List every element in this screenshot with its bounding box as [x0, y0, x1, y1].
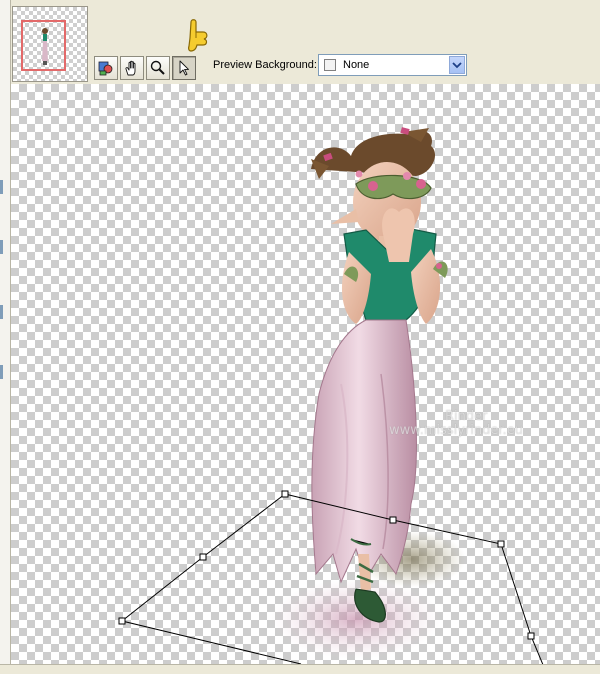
- navigator-figure-preview: [42, 28, 48, 65]
- left-panel-edge: [0, 0, 11, 674]
- preview-toggle-button[interactable]: [94, 56, 118, 80]
- pointing-hand-icon: [188, 19, 208, 52]
- perspective-dialog: Preview Background: None Rinder www.miss…: [0, 0, 600, 674]
- figure-image: [118, 127, 544, 664]
- preview-background-select[interactable]: None: [318, 54, 467, 76]
- panel-tick: [0, 180, 3, 194]
- watermark-text: Rinder www.misslyrinder.eu: [389, 409, 523, 438]
- toolbar: [94, 56, 196, 80]
- pointer-button[interactable]: [172, 56, 196, 80]
- panel-tick: [0, 365, 3, 379]
- status-bar: [0, 664, 600, 674]
- preview-background-value: None: [343, 59, 370, 71]
- pan-button[interactable]: [120, 56, 144, 80]
- preview-canvas[interactable]: Rinder www.misslyrinder.eu: [11, 84, 600, 664]
- background-swatch: [324, 59, 336, 71]
- hand-icon: [125, 60, 136, 76]
- chevron-down-icon: [452, 62, 462, 69]
- dropdown-button[interactable]: [449, 56, 465, 74]
- magnifier-icon: [150, 60, 165, 75]
- panel-tick: [0, 240, 3, 254]
- color-preview-icon: [98, 61, 113, 76]
- arrow-pointer-icon: [179, 60, 189, 76]
- preview-background-label: Preview Background:: [213, 59, 317, 71]
- navigator-thumbnail[interactable]: [12, 6, 88, 82]
- panel-tick: [0, 305, 3, 319]
- zoom-button[interactable]: [146, 56, 170, 80]
